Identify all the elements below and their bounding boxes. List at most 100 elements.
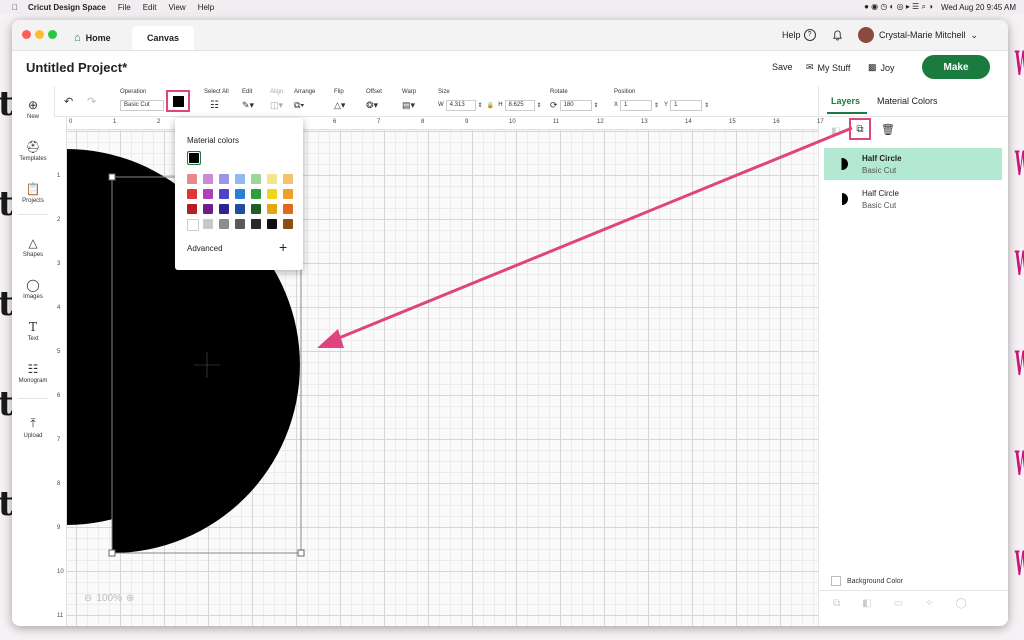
flip-button[interactable]: △▾ xyxy=(334,99,345,111)
color-swatch[interactable] xyxy=(219,219,229,229)
status-icons[interactable]: ● ◉ ◷ ◐ ◎ ▸ ☰ ⌕ ◑ xyxy=(864,2,933,12)
redo-icon[interactable]: ↷ xyxy=(87,95,96,108)
tab-material-colors[interactable]: Material Colors xyxy=(877,96,938,106)
color-swatch[interactable] xyxy=(219,174,229,184)
color-swatch[interactable] xyxy=(187,174,197,184)
rotate-input[interactable]: 180 xyxy=(559,99,592,111)
user-menu[interactable]: Crystal-Marie Mitchell ⌄ xyxy=(858,20,978,50)
sidebar-item-new[interactable]: ⊕ New xyxy=(12,98,54,120)
menu-help[interactable]: Help xyxy=(198,3,214,12)
warp-button[interactable]: ▤▾ xyxy=(402,99,415,111)
edit-button[interactable]: ✎▾ xyxy=(242,99,254,111)
color-swatch[interactable] xyxy=(235,204,245,214)
tab-home[interactable]: ⌂ Home xyxy=(74,26,111,50)
sidebar-item-images[interactable]: ◯ Images xyxy=(12,278,54,300)
combine-icon[interactable]: ◧ xyxy=(862,598,871,609)
color-swatch[interactable] xyxy=(235,174,245,184)
tab-canvas[interactable]: Canvas xyxy=(132,26,194,50)
save-button[interactable]: Save xyxy=(772,62,793,72)
color-swatch[interactable] xyxy=(219,204,229,214)
trash-icon[interactable]: 🗑 xyxy=(881,123,895,136)
selection-handle[interactable] xyxy=(108,549,116,557)
menu-view[interactable]: View xyxy=(169,3,186,12)
selection-handle[interactable] xyxy=(108,173,116,181)
color-swatch[interactable] xyxy=(235,189,245,199)
stepper-icon[interactable]: ⇕ xyxy=(704,102,709,109)
close-window-button[interactable] xyxy=(22,30,31,39)
advanced-plus-icon[interactable]: + xyxy=(279,239,287,255)
color-swatch-button[interactable] xyxy=(166,90,190,112)
sidebar-item-text[interactable]: T Text xyxy=(12,320,54,342)
color-swatch[interactable] xyxy=(267,204,277,214)
color-swatch[interactable] xyxy=(203,174,213,184)
menu-file[interactable]: File xyxy=(118,3,131,12)
color-swatch[interactable] xyxy=(235,219,245,229)
lock-icon[interactable]: 🔒 xyxy=(487,102,494,109)
help-button[interactable]: Help ? xyxy=(782,20,816,50)
selection-handle[interactable] xyxy=(297,549,305,557)
slice-icon[interactable]: ⧉ xyxy=(833,598,840,609)
color-swatch[interactable] xyxy=(187,219,199,231)
zoom-window-button[interactable] xyxy=(48,30,57,39)
color-swatch[interactable] xyxy=(203,189,213,199)
stepper-icon[interactable]: ⇕ xyxy=(478,102,483,109)
color-swatch[interactable] xyxy=(267,219,277,229)
project-title[interactable]: Untitled Project* xyxy=(26,60,127,75)
color-swatch[interactable] xyxy=(187,189,197,199)
duplicate-button[interactable]: ⧉ xyxy=(849,118,871,140)
color-swatch[interactable] xyxy=(251,219,261,229)
layer-row[interactable]: Half Circle Basic Cut xyxy=(824,183,1002,215)
attach-icon[interactable]: ▭ xyxy=(894,598,903,609)
color-swatch[interactable] xyxy=(267,174,277,184)
background-color-row[interactable]: Background Color xyxy=(831,576,903,586)
layer-row-selected[interactable]: Half Circle Basic Cut xyxy=(824,148,1002,180)
height-input[interactable]: 8.625 xyxy=(504,99,535,111)
color-swatch[interactable] xyxy=(251,174,261,184)
menu-edit[interactable]: Edit xyxy=(143,3,157,12)
zoom-in-icon[interactable]: ⊕ xyxy=(126,593,134,604)
color-swatch[interactable] xyxy=(203,219,213,229)
color-swatch[interactable] xyxy=(283,204,293,214)
color-swatch[interactable] xyxy=(267,189,277,199)
color-swatch[interactable] xyxy=(187,204,197,214)
design-canvas[interactable]: ⊖ 100% ⊕ xyxy=(54,117,818,626)
align-button[interactable]: ◫▾ xyxy=(270,99,283,111)
tab-layers[interactable]: Layers xyxy=(831,96,860,106)
undo-icon[interactable]: ↶ xyxy=(64,95,73,108)
select-all-button[interactable]: ☷ xyxy=(210,99,219,111)
apple-icon[interactable]:  xyxy=(12,3,18,12)
contour-icon[interactable]: ◯ xyxy=(955,598,966,609)
notifications-bell-icon[interactable] xyxy=(832,20,843,50)
background-color-swatch[interactable] xyxy=(831,576,841,586)
color-swatch[interactable] xyxy=(251,189,261,199)
color-swatch[interactable] xyxy=(283,189,293,199)
sidebar-item-templates[interactable]: ⛑ Templates xyxy=(12,140,54,162)
sidebar-item-upload[interactable]: ⤒ Upload xyxy=(12,416,54,439)
arrange-button[interactable]: ⧉▾ xyxy=(294,99,304,111)
advanced-label[interactable]: Advanced xyxy=(187,244,223,253)
color-swatch[interactable] xyxy=(203,204,213,214)
group-icon[interactable]: ◧ xyxy=(831,126,840,137)
sidebar-item-projects[interactable]: 📋 Projects xyxy=(12,182,54,204)
color-swatch[interactable] xyxy=(283,174,293,184)
width-input[interactable]: 4.313 xyxy=(445,99,476,111)
color-swatch[interactable] xyxy=(283,219,293,229)
color-swatch[interactable] xyxy=(251,204,261,214)
x-input[interactable]: 1 xyxy=(620,99,653,111)
color-swatch[interactable] xyxy=(219,189,229,199)
menubar-app-name[interactable]: Cricut Design Space xyxy=(28,3,106,12)
sidebar-item-monogram[interactable]: ☷ Monogram xyxy=(12,362,54,384)
zoom-out-icon[interactable]: ⊖ xyxy=(84,593,92,604)
minimize-window-button[interactable] xyxy=(35,30,44,39)
y-input[interactable]: 1 xyxy=(670,99,703,111)
stepper-icon[interactable]: ⇕ xyxy=(594,102,599,109)
selected-color-swatch[interactable] xyxy=(187,151,201,165)
operation-select[interactable]: Basic Cut xyxy=(120,99,164,111)
make-button[interactable]: Make xyxy=(922,55,990,79)
flatten-icon[interactable]: ✧ xyxy=(925,598,933,609)
machine-button[interactable]: ▩ Joy xyxy=(868,62,895,73)
offset-button[interactable]: ❂▾ xyxy=(366,99,378,111)
menubar-clock[interactable]: Wed Aug 20 9:45 AM xyxy=(941,3,1016,12)
stepper-icon[interactable]: ⇕ xyxy=(654,102,659,109)
stepper-icon[interactable]: ⇕ xyxy=(537,102,542,109)
